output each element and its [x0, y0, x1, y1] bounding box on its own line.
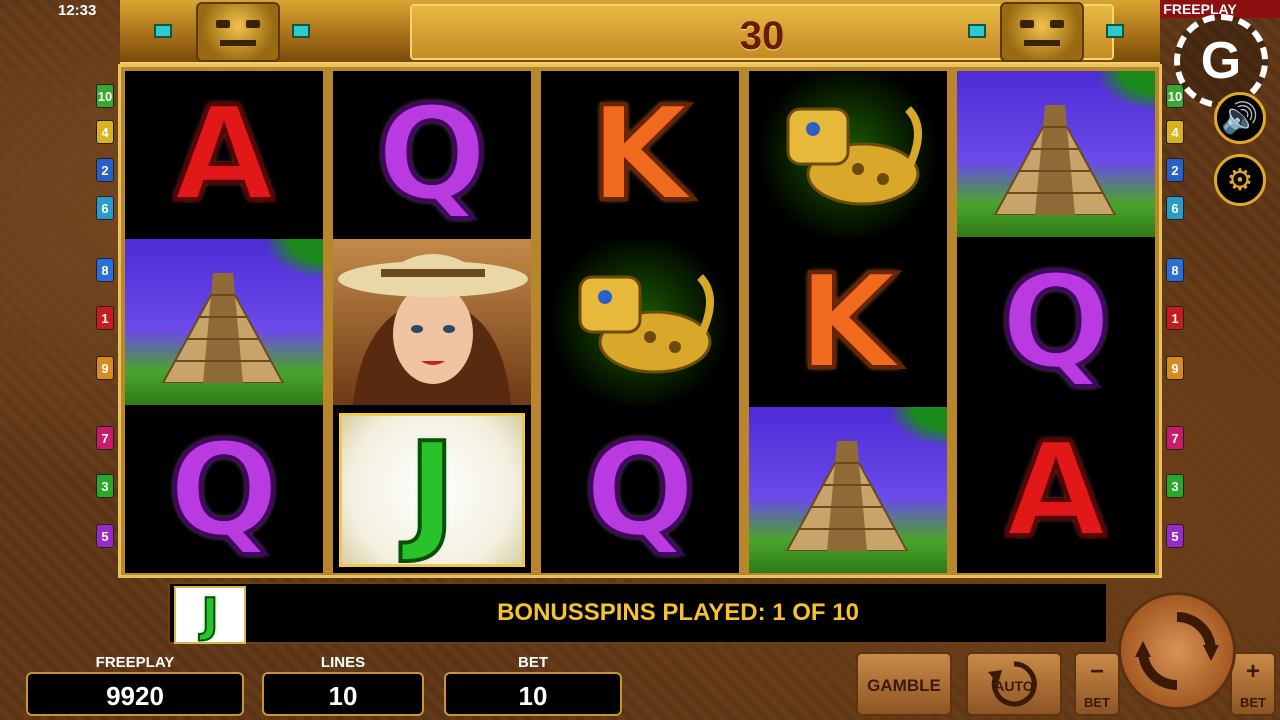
- bet-minus-label: BET: [1084, 695, 1110, 710]
- symbol-q: Q: [333, 71, 531, 237]
- symbol-pyramid: [957, 71, 1155, 237]
- reel-2: QJ: [333, 71, 531, 573]
- payline-indicator: 2: [96, 158, 114, 182]
- left-gem-icon: [292, 24, 310, 38]
- symbol-k: K: [541, 71, 739, 237]
- bonus-info-bar: J BONUSSPINS PLAYED: 1 OF 10: [168, 582, 1108, 644]
- symbol-explorer-woman: [333, 239, 531, 405]
- payline-indicator: 2: [1166, 158, 1184, 182]
- bet-plus-button[interactable]: + BET: [1230, 652, 1276, 716]
- symbol-k: K: [749, 239, 947, 405]
- symbol-letter: Q: [375, 78, 489, 230]
- symbol-letter: J: [406, 414, 458, 566]
- symbol-golden-jaguar: [541, 239, 739, 405]
- symbol-golden-jaguar: [749, 71, 947, 237]
- bonus-spins-message: BONUSSPINS PLAYED: 1 OF 10: [497, 599, 859, 626]
- symbol-q: Q: [541, 407, 739, 573]
- payline-indicator: 3: [1166, 474, 1184, 498]
- lines-label: LINES: [320, 654, 366, 671]
- symbol-letter: Q: [583, 414, 697, 566]
- payline-indicator: 9: [96, 356, 114, 380]
- status-clock: 12:33: [58, 2, 97, 19]
- symbol-letter: A: [1004, 414, 1109, 566]
- left-mask-emblem: [196, 2, 280, 62]
- bet-value[interactable]: 10: [444, 672, 622, 716]
- gamble-button[interactable]: GAMBLE: [856, 652, 952, 716]
- spin-button[interactable]: [1118, 592, 1236, 710]
- payline-indicator: 8: [96, 258, 114, 282]
- brand-logo: G: [1174, 14, 1268, 108]
- settings-gear-icon[interactable]: ⚙: [1214, 154, 1266, 206]
- symbol-a: A: [957, 407, 1155, 573]
- payline-indicator: 7: [96, 426, 114, 450]
- bet-plus-label: BET: [1240, 695, 1266, 710]
- symbol-q: Q: [957, 239, 1155, 405]
- reel-1: AQ: [125, 71, 323, 573]
- auto-label: AUTO: [994, 678, 1034, 694]
- payline-indicator: 8: [1166, 258, 1184, 282]
- top-banner: 30: [120, 0, 1160, 65]
- reel-3: KQ: [541, 71, 739, 573]
- symbol-a: A: [125, 71, 323, 237]
- reel-5: QA: [957, 71, 1155, 573]
- pyramid-icon: [161, 270, 285, 383]
- spin-arrows-icon: [1135, 612, 1219, 690]
- payline-indicator: 5: [96, 524, 114, 548]
- reel-grid: AQQJKQKQA: [118, 64, 1162, 578]
- payline-indicator: 9: [1166, 356, 1184, 380]
- symbol-letter: A: [172, 78, 277, 230]
- golden-jaguar-icon: [578, 274, 714, 374]
- payline-indicator: 6: [96, 196, 114, 220]
- freeplay-balance: 9920: [26, 672, 244, 716]
- plus-icon: +: [1245, 658, 1260, 685]
- bet-label: BET: [518, 654, 548, 671]
- freeplay-label: FREEPLAY: [95, 654, 175, 671]
- payline-indicator: 1: [96, 306, 114, 330]
- symbol-letter: Q: [999, 246, 1113, 398]
- payline-indicator: 7: [1166, 426, 1184, 450]
- symbol-letter: K: [588, 78, 693, 230]
- pyramid-icon: [993, 102, 1117, 215]
- bonus-symbol-letter: J: [200, 588, 219, 642]
- payline-indicator: 6: [1166, 196, 1184, 220]
- payline-indicator: 10: [96, 84, 114, 108]
- payline-indicator: 4: [1166, 120, 1184, 144]
- right-mask-emblem: [1000, 2, 1084, 62]
- payline-indicator: 5: [1166, 524, 1184, 548]
- left-gem-icon: [154, 24, 172, 38]
- symbol-q: Q: [125, 407, 323, 573]
- reel-4: K: [749, 71, 947, 573]
- lines-value[interactable]: 10: [262, 672, 424, 716]
- bonus-symbol-icon: J: [174, 586, 246, 644]
- symbol-letter: K: [796, 246, 901, 398]
- payline-indicator: 3: [96, 474, 114, 498]
- symbol-pyramid: [125, 239, 323, 405]
- symbol-pyramid: [749, 407, 947, 573]
- auto-button[interactable]: AUTO: [966, 652, 1062, 716]
- payline-indicator: 1: [1166, 306, 1184, 330]
- sound-icon[interactable]: 🔊: [1214, 92, 1266, 144]
- right-gem-icon: [1106, 24, 1124, 38]
- pyramid-icon: [785, 438, 909, 551]
- bet-minus-button[interactable]: − BET: [1074, 652, 1120, 716]
- golden-jaguar-icon: [786, 106, 922, 206]
- symbol-j: J: [333, 407, 531, 573]
- payline-indicator: 4: [96, 120, 114, 144]
- symbol-letter: Q: [167, 414, 281, 566]
- gear-glyph: ⚙: [1226, 163, 1254, 197]
- minus-icon: −: [1089, 658, 1104, 685]
- right-gem-icon: [968, 24, 986, 38]
- explorer-woman-icon: [338, 254, 528, 405]
- sound-glyph: 🔊: [1221, 101, 1259, 135]
